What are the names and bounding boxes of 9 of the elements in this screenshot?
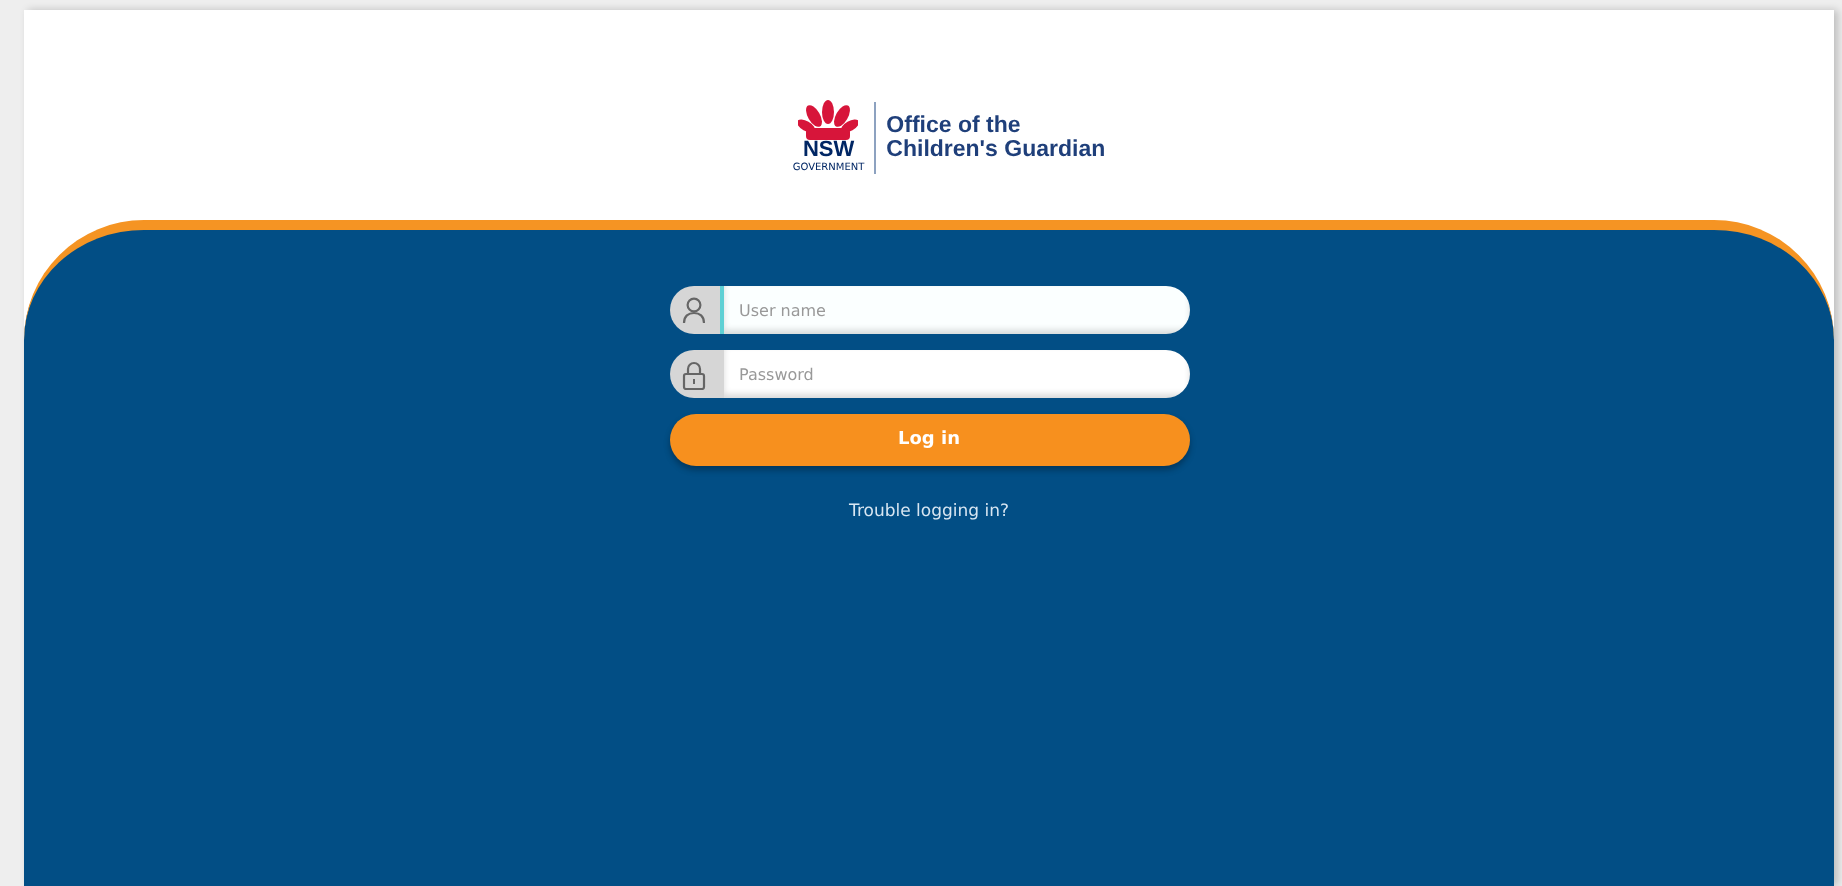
waratah-flower-icon	[798, 100, 859, 140]
trouble-logging-in-link[interactable]: Trouble logging in?	[849, 502, 1009, 522]
organisation-name: Children's Guardian	[886, 137, 1106, 161]
organisation-name: Office of the	[886, 113, 1023, 137]
username-field[interactable]: User name	[719, 286, 1189, 334]
lock-icon	[669, 350, 719, 398]
nsw-logo-text: NSW	[802, 140, 855, 162]
password-field[interactable]: Password	[719, 350, 1189, 398]
user-icon	[669, 286, 719, 334]
